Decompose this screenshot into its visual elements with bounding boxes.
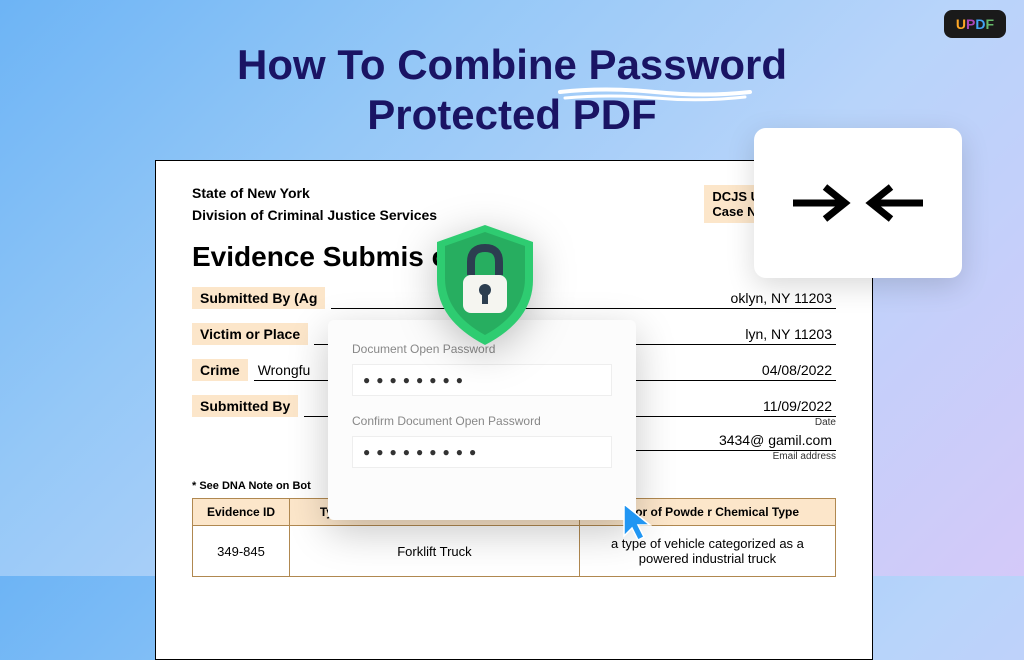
- th-evidence-id: Evidence ID: [193, 499, 290, 526]
- doc-division: Division of Criminal Justice Services: [192, 207, 437, 223]
- combine-card: [754, 128, 962, 278]
- submitted-by2-label: Submitted By: [192, 395, 298, 417]
- confirm-pw-label: Confirm Document Open Password: [352, 414, 612, 428]
- submitted-by-label: Submitted By (Ag: [192, 287, 325, 309]
- page-title: How To Combine Password Protected PDF: [0, 0, 1024, 141]
- confirm-pw-input[interactable]: ●●●●●●●●●: [352, 436, 612, 468]
- password-dialog[interactable]: Document Open Password ●●●●●●●● Confirm …: [328, 320, 636, 520]
- table-row: 349-845 Forklift Truck a type of vehicle…: [193, 526, 836, 577]
- arrow-right-icon: [787, 179, 855, 227]
- submitted-by-value: oklyn, NY 11203: [331, 290, 836, 309]
- shield-icon: [425, 220, 545, 350]
- doc-state: State of New York: [192, 185, 437, 201]
- underline-decoration: [555, 84, 755, 104]
- doc-open-pw-input[interactable]: ●●●●●●●●: [352, 364, 612, 396]
- crime-label: Crime: [192, 359, 248, 381]
- arrow-left-icon: [861, 179, 929, 227]
- email-value: 3434@ gamil.com: [636, 432, 836, 451]
- victim-label: Victim or Place: [192, 323, 308, 345]
- cursor-icon: [620, 500, 656, 544]
